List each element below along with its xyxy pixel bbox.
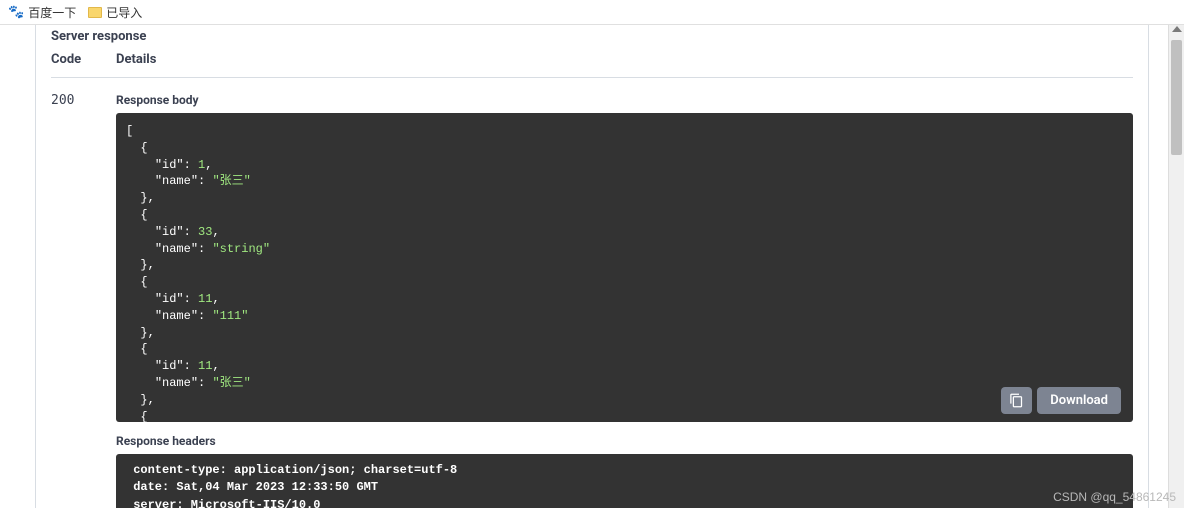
clipboard-icon [1009,393,1024,408]
content-wrapper: Server response Code Details 200 Respons… [35,25,1149,508]
copy-button[interactable] [1001,387,1032,414]
response-row: 200 Response body [ { "id": 1, "name": "… [51,78,1133,508]
details-header: Details [116,52,1133,67]
details-column: Response body [ { "id": 1, "name": "张三" … [116,93,1133,508]
scroll-up-icon [1172,26,1182,32]
bookmark-baidu[interactable]: 🐾 百度一下 [8,4,76,21]
response-body-label: Response body [116,93,1133,107]
bookmark-label: 百度一下 [28,4,76,21]
response-headers-label: Response headers [116,434,1133,448]
bookmark-imported[interactable]: 已导入 [88,4,142,21]
paw-icon: 🐾 [8,5,24,20]
bookmarks-bar: 🐾 百度一下 已导入 [0,0,1184,25]
main-content: Server response Code Details 200 Respons… [0,25,1184,508]
table-header-row: Code Details [51,52,1133,78]
code-header: Code [51,52,116,67]
scrollbar-thumb[interactable] [1171,40,1182,155]
response-body-wrapper: [ { "id": 1, "name": "张三" }, { "id": 33,… [116,113,1133,422]
response-headers-content[interactable]: content-type: application/json; charset=… [116,454,1133,508]
bookmark-label: 已导入 [106,4,142,21]
status-code: 200 [51,93,116,508]
section-title: Server response [51,25,1133,52]
response-body-content[interactable]: [ { "id": 1, "name": "张三" }, { "id": 33,… [116,113,1133,422]
watermark: CSDN @qq_54861245 [1053,490,1176,504]
download-button[interactable]: Download [1037,387,1121,414]
folder-icon [88,7,102,18]
page-scrollbar[interactable] [1168,25,1184,508]
response-table: Code Details 200 Response body [ { "id":… [51,52,1133,508]
action-buttons: Download [1001,387,1121,414]
